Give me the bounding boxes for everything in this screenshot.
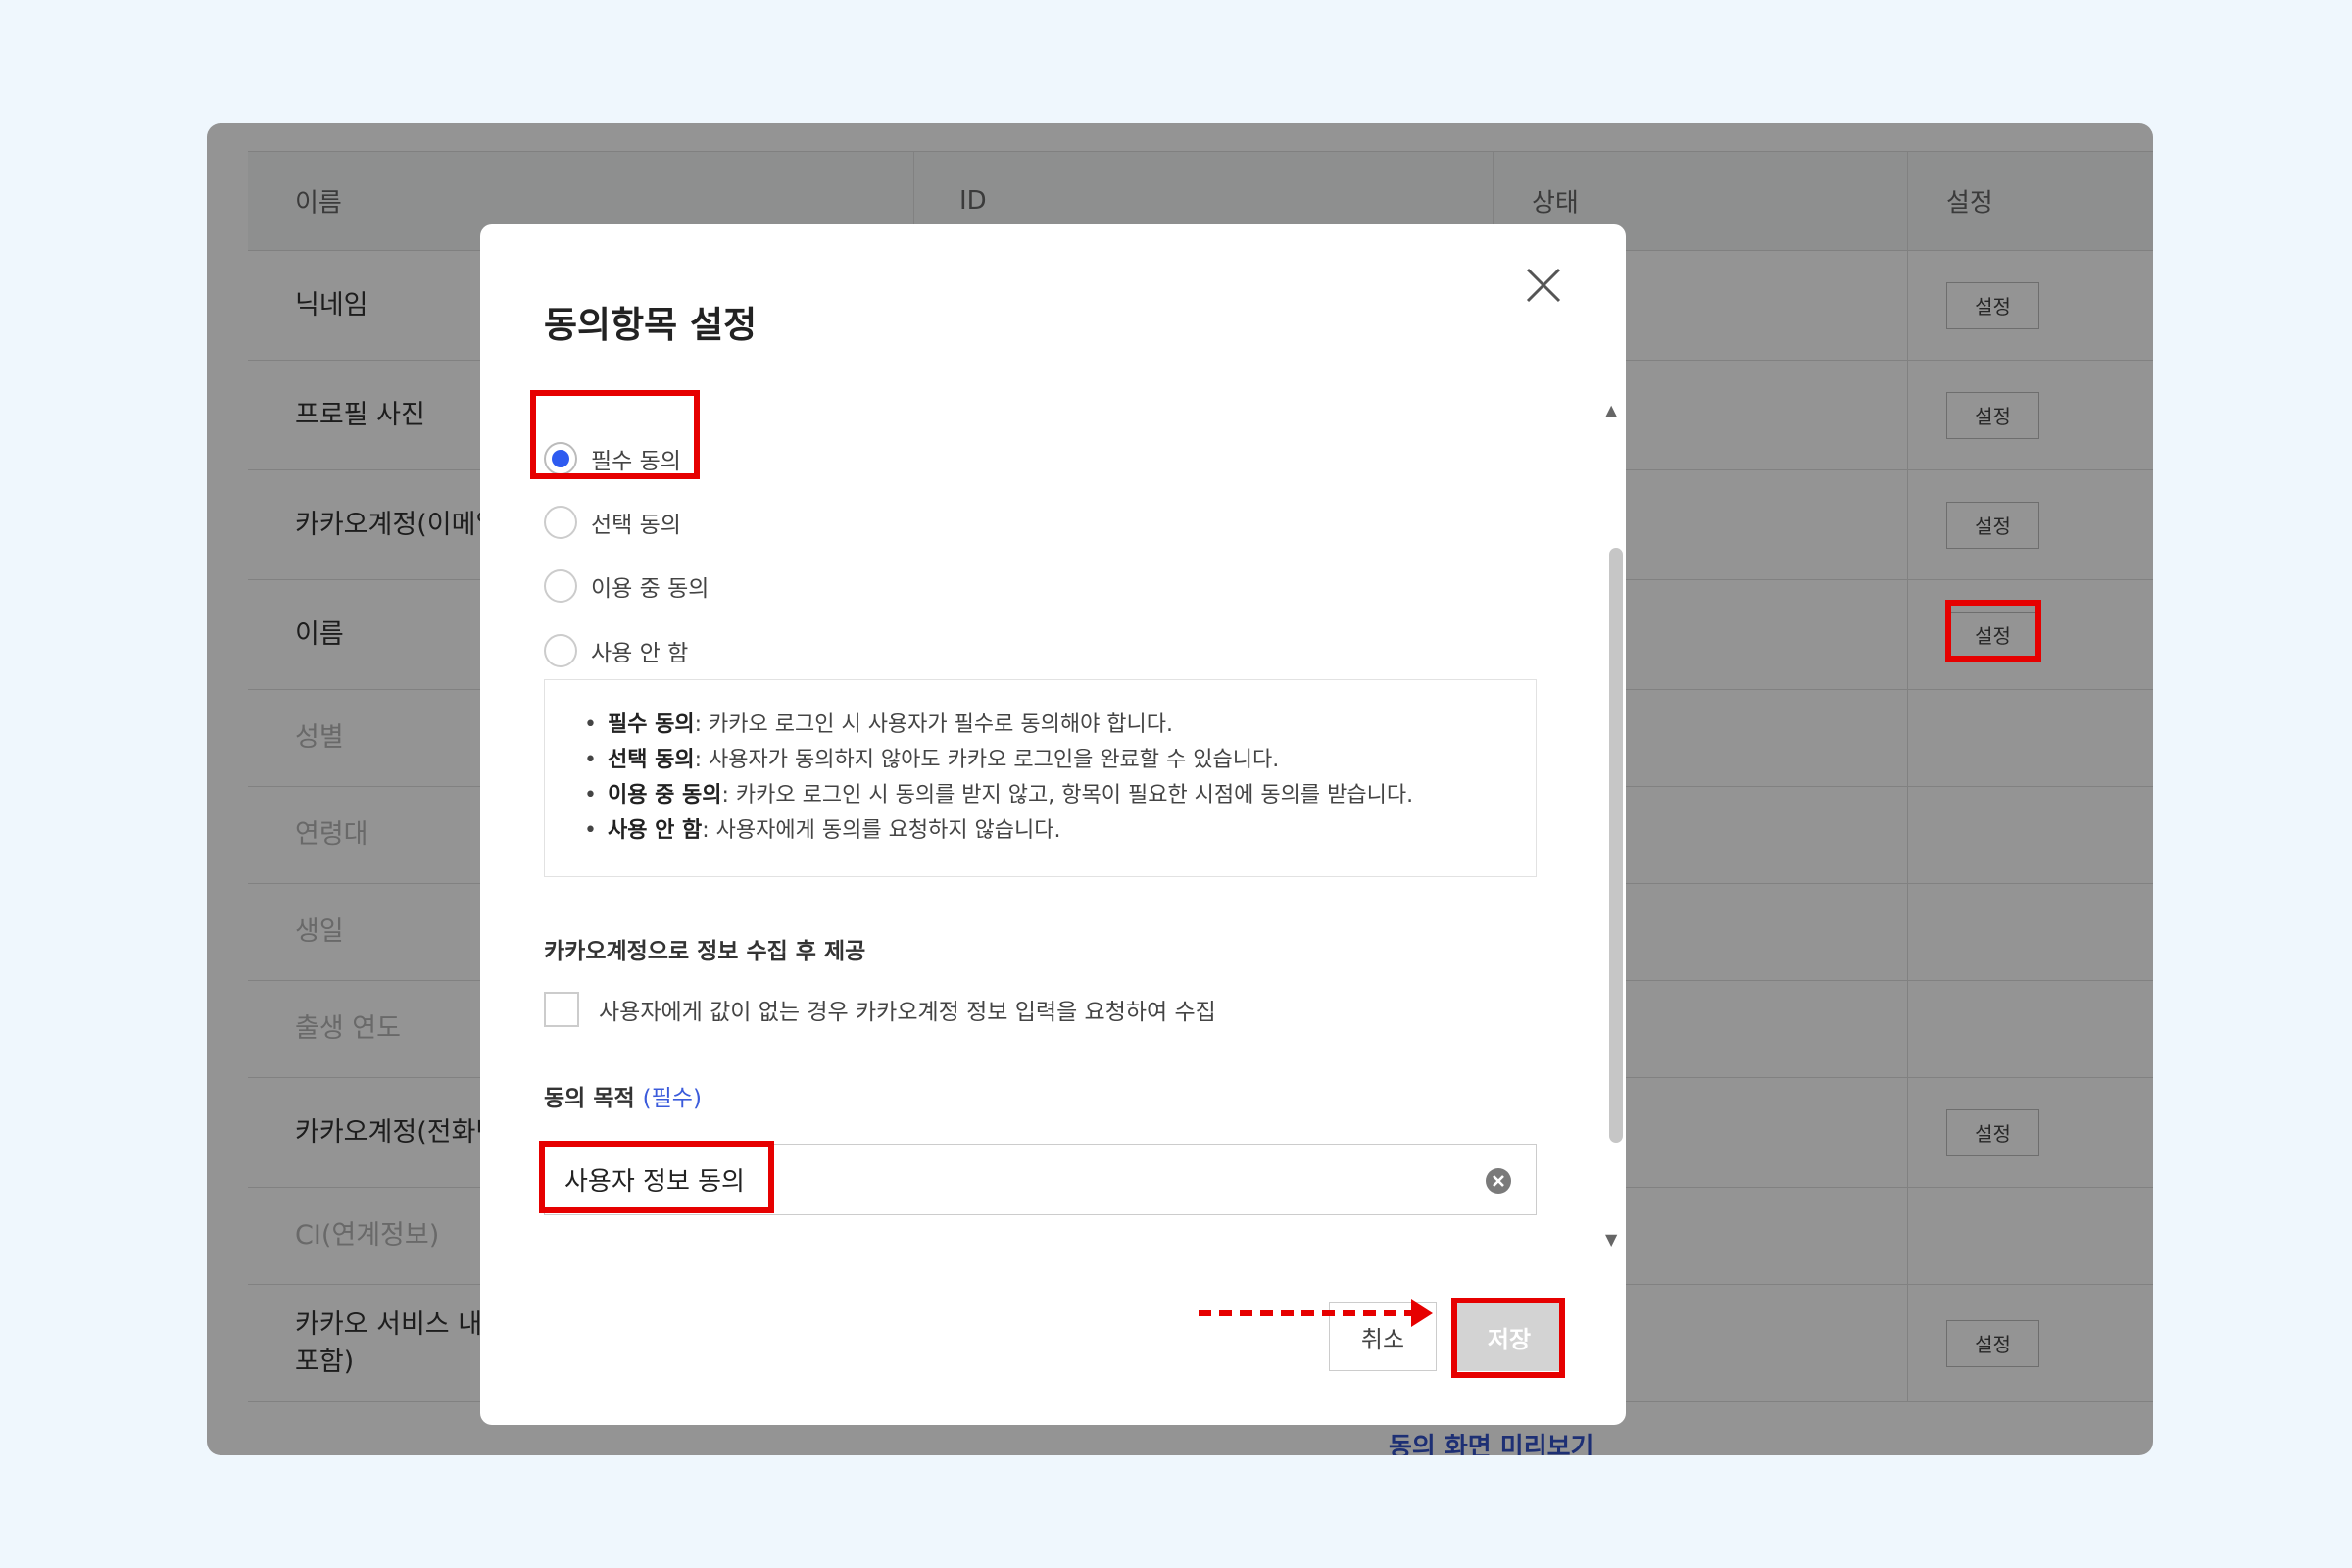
scroll-down-arrow-icon[interactable]: ▼ (1605, 1230, 1617, 1249)
collect-checkbox[interactable] (544, 992, 579, 1027)
radio-not-used-label: 사용 안 함 (591, 641, 689, 666)
help-item-not-used: 사용 안 함: 사용자에게 동의를 요청하지 않습니다. (584, 813, 1536, 849)
radio-in-use-label: 이용 중 동의 (591, 576, 710, 602)
radio-optional-button[interactable] (544, 506, 577, 539)
clear-input-icon[interactable] (1485, 1167, 1512, 1195)
help-item-required: 필수 동의: 카카오 로그인 시 사용자가 필수로 동의해야 합니다. (584, 708, 1536, 743)
help-item-optional: 선택 동의: 사용자가 동의하지 않아도 카카오 로그인을 완료할 수 있습니다… (584, 743, 1536, 778)
collect-option[interactable]: 사용자에게 값이 없는 경우 카카오계정 정보 입력을 요청하여 수집 (544, 992, 1216, 1027)
modal-title: 동의항목 설정 (544, 304, 758, 346)
required-marker: (필수) (642, 1086, 702, 1111)
collect-checkbox-label: 사용자에게 값이 없는 경우 카카오계정 정보 입력을 요청하여 수집 (599, 1000, 1216, 1025)
radio-not-used[interactable]: 사용 안 함 (544, 631, 688, 670)
arrow-to-save-icon (1199, 1299, 1433, 1327)
consent-type-help-box: 필수 동의: 카카오 로그인 시 사용자가 필수로 동의해야 합니다. 선택 동… (544, 679, 1537, 877)
radio-optional[interactable]: 선택 동의 (544, 503, 681, 542)
scroll-up-arrow-icon[interactable]: ▲ (1605, 401, 1617, 419)
highlight-required-option (530, 390, 700, 479)
collect-section-title: 카카오계정으로 정보 수집 후 제공 (544, 939, 866, 964)
radio-not-used-button[interactable] (544, 634, 577, 667)
radio-in-use[interactable]: 이용 중 동의 (544, 566, 709, 606)
scrollbar-thumb[interactable] (1609, 548, 1623, 1143)
purpose-section-title: 동의 목적 (필수) (544, 1086, 702, 1111)
highlight-purpose-value (539, 1141, 774, 1213)
close-icon[interactable] (1522, 264, 1565, 307)
radio-in-use-button[interactable] (544, 569, 577, 603)
highlight-save-button (1451, 1298, 1565, 1378)
radio-optional-label: 선택 동의 (591, 513, 681, 538)
highlight-name-settings-button (1945, 600, 2041, 662)
help-item-in-use: 이용 중 동의: 카카오 로그인 시 동의를 받지 않고, 항목이 필요한 시점… (584, 778, 1536, 813)
